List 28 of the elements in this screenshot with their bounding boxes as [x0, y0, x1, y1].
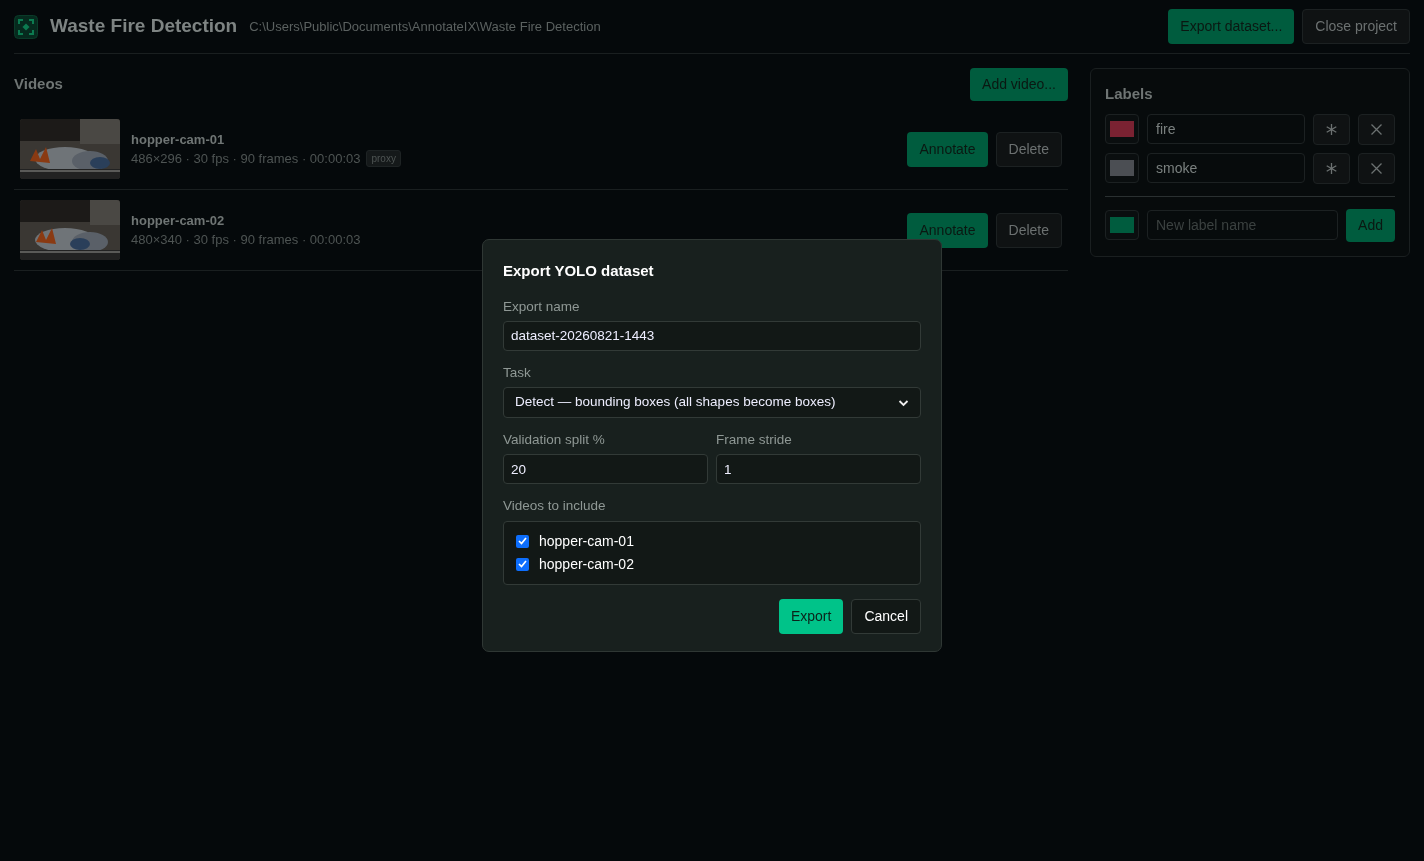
cancel-button[interactable]: Cancel	[851, 598, 921, 634]
proxy-tag: proxy	[366, 150, 401, 168]
label-name-field[interactable]: fire	[1147, 114, 1305, 144]
video-meta: 486×296 · 30 fps · 90 frames · 00:00:03	[131, 150, 361, 168]
project-title: Waste Fire Detection	[50, 14, 238, 39]
video-name: hopper-cam-02	[131, 211, 226, 230]
field-label: Validation split %	[503, 431, 606, 449]
delete-button[interactable]: Delete	[995, 131, 1062, 167]
project-path: C:\Users\Public\Documents\AnnotateIX\Waste Fire Detection	[249, 17, 601, 36]
panel-title: Labels	[1105, 84, 1154, 104]
field-label: Videos to include	[503, 497, 607, 516]
field-label: Frame stride	[716, 431, 793, 449]
video-name: hopper-cam-01	[131, 130, 226, 149]
field-label: Task	[503, 363, 532, 382]
video-name: hopper-cam-02	[539, 554, 634, 574]
close-button[interactable]: Close project	[1302, 9, 1410, 44]
text-field[interactable]: 20	[503, 454, 708, 485]
text-field[interactable]: dataset-20260821-1443	[503, 320, 921, 351]
task-dropdown[interactable]: Detect — bounding boxes (all shapes become boxes)	[503, 387, 921, 418]
dialog-title: Export YOLO dataset	[503, 261, 655, 281]
section-title: Videos	[14, 74, 63, 95]
field-label: Export name	[503, 297, 581, 316]
text-field[interactable]: 1	[716, 454, 921, 485]
video-name: hopper-cam-01	[539, 531, 634, 551]
delete-button[interactable]: Delete	[995, 212, 1062, 248]
export-button[interactable]: Export	[778, 598, 844, 634]
video-meta: 480×340 · 30 fps · 90 frames · 00:00:03	[131, 231, 361, 249]
label-name-field[interactable]: smoke	[1147, 153, 1305, 183]
